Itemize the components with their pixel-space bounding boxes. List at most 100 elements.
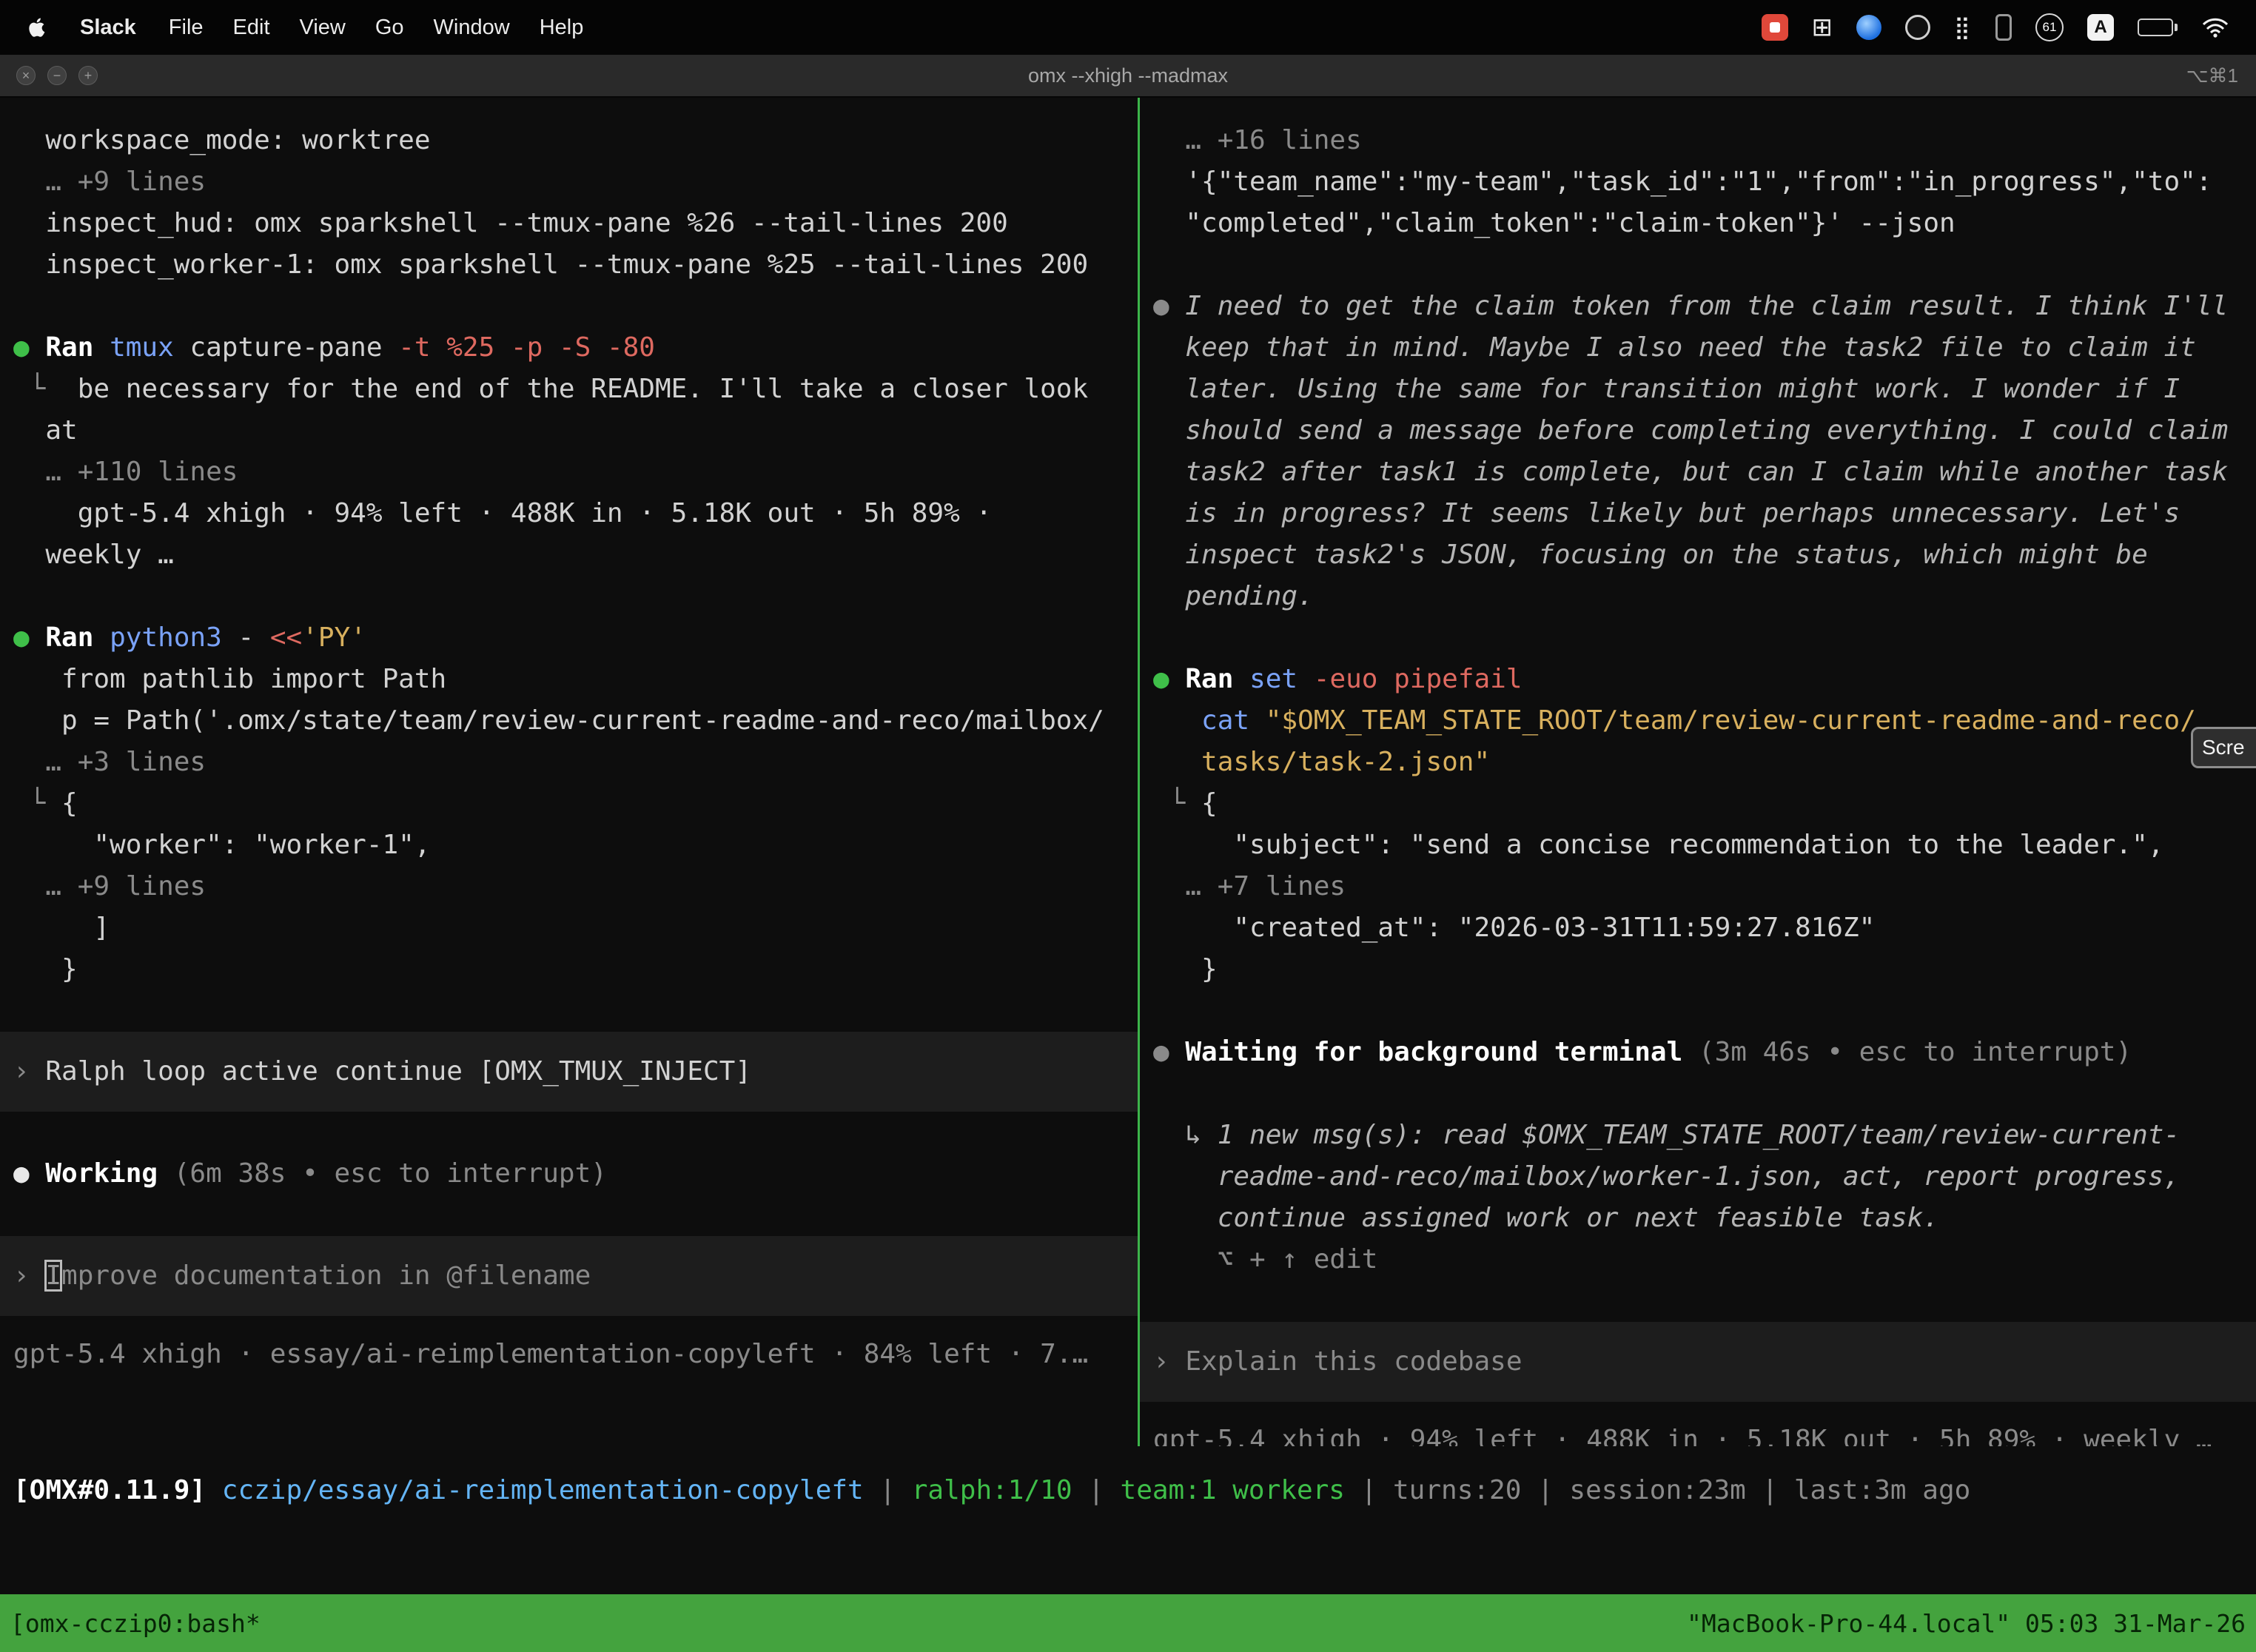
terminal-line: readme-and-reco/mailbox/worker-1.json, a…	[1140, 1156, 2256, 1198]
terminal-line: … +7 lines	[1140, 866, 2256, 907]
wifi-icon[interactable]	[2201, 16, 2229, 38]
menu-view[interactable]: View	[300, 16, 346, 40]
text-segment: session:23m	[1569, 1475, 1745, 1505]
text-segment: set	[1249, 664, 1314, 694]
terminal-line	[0, 286, 1138, 327]
terminal-line	[0, 1195, 1138, 1236]
menu-edit[interactable]: Edit	[233, 16, 270, 40]
text-segment: ●	[1153, 664, 1185, 694]
text-segment: ›	[13, 1260, 45, 1291]
zoom-window-button[interactable]: +	[78, 66, 98, 85]
text-segment: Waiting for background terminal	[1185, 1037, 1699, 1067]
text-segment: └	[13, 788, 61, 819]
text-segment: python3	[110, 622, 238, 653]
text-segment: … +9 lines	[13, 167, 206, 197]
text-segment: |	[1521, 1475, 1569, 1505]
menu-window[interactable]: Window	[434, 16, 510, 40]
text-segment: … +7 lines	[1153, 871, 1346, 901]
terminal-line: should send a message before completing …	[1140, 410, 2256, 451]
ralph-loop-notice: › Ralph loop active continue [OMX_TMUX_I…	[0, 1032, 1138, 1112]
text-segment: "completed","claim_token":"claim-token"}…	[1153, 208, 1955, 238]
device-icon[interactable]	[1995, 14, 2012, 41]
text-segment: be necessary for the end of the README. …	[78, 374, 1088, 404]
terminal-line: tasks/task-2.json"	[1140, 742, 2256, 783]
screenshot-notification-popup[interactable]: Scre	[2191, 727, 2256, 768]
terminal-line: ● Ran python3 - <<'PY'	[0, 617, 1138, 659]
text-segment: keep that in mind. Maybe I also need the…	[1153, 332, 2196, 363]
prompt-suggestion[interactable]: › Explain this codebase	[1140, 1322, 2256, 1402]
text-segment: at	[13, 415, 78, 446]
terminal-line: "completed","claim_token":"claim-token"}…	[1140, 203, 2256, 244]
text-segment: {	[1201, 788, 1218, 819]
text-segment: -	[238, 622, 269, 653]
text-segment: cczip/essay/ai-reimplementation-copyleft	[222, 1475, 864, 1505]
text-segment: }	[13, 954, 78, 984]
screen-recording-stop-icon[interactable]	[1762, 14, 1788, 41]
close-window-button[interactable]: ×	[16, 66, 36, 85]
blue-app-icon[interactable]	[1856, 15, 1881, 40]
text-segment: └	[1153, 788, 1201, 819]
text-segment: |	[864, 1475, 912, 1505]
terminal-line: ● Ran tmux capture-pane -t %25 -p -S -80	[0, 327, 1138, 369]
text-segment: … +16 lines	[1153, 125, 1362, 155]
text-segment: ●	[13, 622, 45, 653]
apple-menu-icon[interactable]	[27, 13, 52, 42]
right-pane-status-line: gpt-5.4 xhigh · 94% left · 488K in · 5.1…	[1140, 1420, 2256, 1446]
badge-icon[interactable]: 61	[2035, 13, 2064, 41]
tiles-icon[interactable]: ⊞	[1812, 13, 1833, 42]
text-segment: … +9 lines	[13, 871, 206, 901]
text-segment: Ran	[45, 332, 110, 363]
terminal-line: cat "$OMX_TEAM_STATE_ROOT/team/review-cu…	[1140, 700, 2256, 742]
input-source-icon[interactable]: A	[2087, 14, 2114, 41]
tmux-pane-right[interactable]: … +16 lines '{"team_name":"my-team","tas…	[1140, 98, 2256, 1446]
text-segment: team:1 workers	[1121, 1475, 1345, 1505]
menu-bar-status-icons: ⊞ ⣿ 61 A	[1762, 13, 2229, 42]
text-segment: ralph:1/10	[912, 1475, 1072, 1505]
terminal-line: from pathlib import Path	[0, 659, 1138, 700]
text-segment: turns:20	[1393, 1475, 1521, 1505]
text-segment: tmux	[110, 332, 189, 363]
terminal-line: ⌥ + ↑ edit	[1140, 1239, 2256, 1280]
window-title: omx --xhigh --madmax	[0, 64, 2256, 87]
terminal-line: workspace_mode: worktree	[0, 120, 1138, 161]
text-segment: ●	[13, 1158, 45, 1189]
text-segment: later. Using the same for transition mig…	[1153, 374, 2180, 404]
text-segment: task2 after task1 is complete, but can I…	[1153, 457, 2228, 487]
text-segment: inspect_worker-1: omx sparkshell --tmux-…	[13, 249, 1088, 280]
text-segment: (3m 46s • esc to interrupt)	[1699, 1037, 2132, 1067]
terminal-line: pending.	[1140, 576, 2256, 617]
text-segment: ↳ 1 new msg(s): read $OMX_TEAM_STATE_ROO…	[1153, 1120, 2180, 1150]
terminal-line: is in progress? It seems likely but perh…	[1140, 493, 2256, 534]
menu-items: File Edit View Go Window Help	[169, 16, 614, 40]
prompt-input[interactable]: › Improve documentation in @filename	[0, 1236, 1138, 1316]
menu-help[interactable]: Help	[540, 16, 584, 40]
terminal-line: └ {	[0, 783, 1138, 825]
menu-file[interactable]: File	[169, 16, 204, 40]
dark-circle-app-icon[interactable]	[1905, 15, 1930, 40]
tmux-pane-left[interactable]: workspace_mode: worktree … +9 lines insp…	[0, 98, 1138, 1446]
text-segment: [OMX#0.11.9]	[13, 1475, 222, 1505]
terminal-line: "worker": "worker-1",	[0, 825, 1138, 866]
terminal-line	[0, 990, 1138, 1032]
terminal-line	[0, 1112, 1138, 1153]
text-segment: › Explain this codebase	[1153, 1346, 1523, 1377]
text-segment: p = Path('.omx/state/team/review-current…	[13, 705, 1104, 736]
text-segment: last:3m ago	[1794, 1475, 1970, 1505]
active-app-name[interactable]: Slack	[80, 16, 136, 40]
traffic-lights: × − +	[16, 66, 98, 85]
tmux-session-name[interactable]: [omx-cczip0:bash*	[10, 1609, 261, 1638]
menu-go[interactable]: Go	[375, 16, 404, 40]
text-segment: continue assigned work or next feasible …	[1153, 1203, 1939, 1233]
terminal-line: keep that in mind. Maybe I also need the…	[1140, 327, 2256, 369]
tmux-status-bar: [omx-cczip0:bash* "MacBook-Pro-44.local"…	[0, 1594, 2256, 1652]
terminal-line: inspect_worker-1: omx sparkshell --tmux-…	[0, 244, 1138, 286]
terminal-line: weekly …	[0, 534, 1138, 576]
terminal-line: later. Using the same for transition mig…	[1140, 369, 2256, 410]
terminal-line: … +3 lines	[0, 742, 1138, 783]
minimize-window-button[interactable]: −	[47, 66, 67, 85]
dots-grid-icon[interactable]: ⣿	[1954, 15, 1972, 41]
text-segment: |	[1746, 1475, 1794, 1505]
terminal-line: ● Working (6m 38s • esc to interrupt)	[0, 1153, 1138, 1195]
terminal-line	[1140, 990, 2256, 1032]
battery-icon[interactable]	[2138, 19, 2178, 36]
